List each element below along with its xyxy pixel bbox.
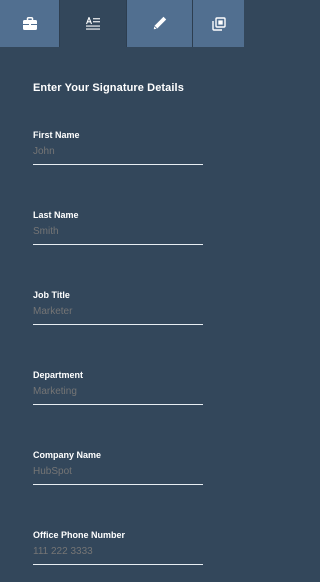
first-name-field-group: First Name	[33, 130, 203, 170]
pencil-icon	[153, 16, 167, 30]
department-label: Department	[33, 370, 84, 380]
first-name-label: First Name	[33, 130, 80, 140]
first-name-input[interactable]	[33, 140, 203, 165]
job-title-field-group: Job Title	[33, 290, 203, 330]
department-input[interactable]	[33, 380, 203, 405]
office-phone-label: Office Phone Number	[33, 530, 126, 540]
panel-title: Enter Your Signature Details	[33, 82, 184, 94]
briefcase-icon	[22, 17, 37, 30]
tab-copy[interactable]	[192, 0, 244, 47]
tab-signature-details[interactable]	[59, 0, 126, 47]
office-phone-input[interactable]	[33, 540, 203, 565]
company-name-label: Company Name	[33, 450, 102, 460]
company-name-field-group: Company Name	[33, 450, 203, 490]
last-name-label: Last Name	[33, 210, 79, 220]
company-name-input[interactable]	[33, 460, 203, 485]
job-title-input[interactable]	[33, 300, 203, 325]
department-field-group: Department	[33, 370, 203, 410]
tab-templates[interactable]	[0, 0, 59, 47]
copy-icon	[211, 16, 226, 31]
last-name-field-group: Last Name	[33, 210, 203, 250]
text-format-icon	[86, 17, 100, 30]
tab-style[interactable]	[126, 0, 192, 47]
job-title-label: Job Title	[33, 290, 70, 300]
tab-bar	[0, 0, 244, 47]
office-phone-field-group: Office Phone Number	[33, 530, 203, 570]
last-name-input[interactable]	[33, 220, 203, 245]
